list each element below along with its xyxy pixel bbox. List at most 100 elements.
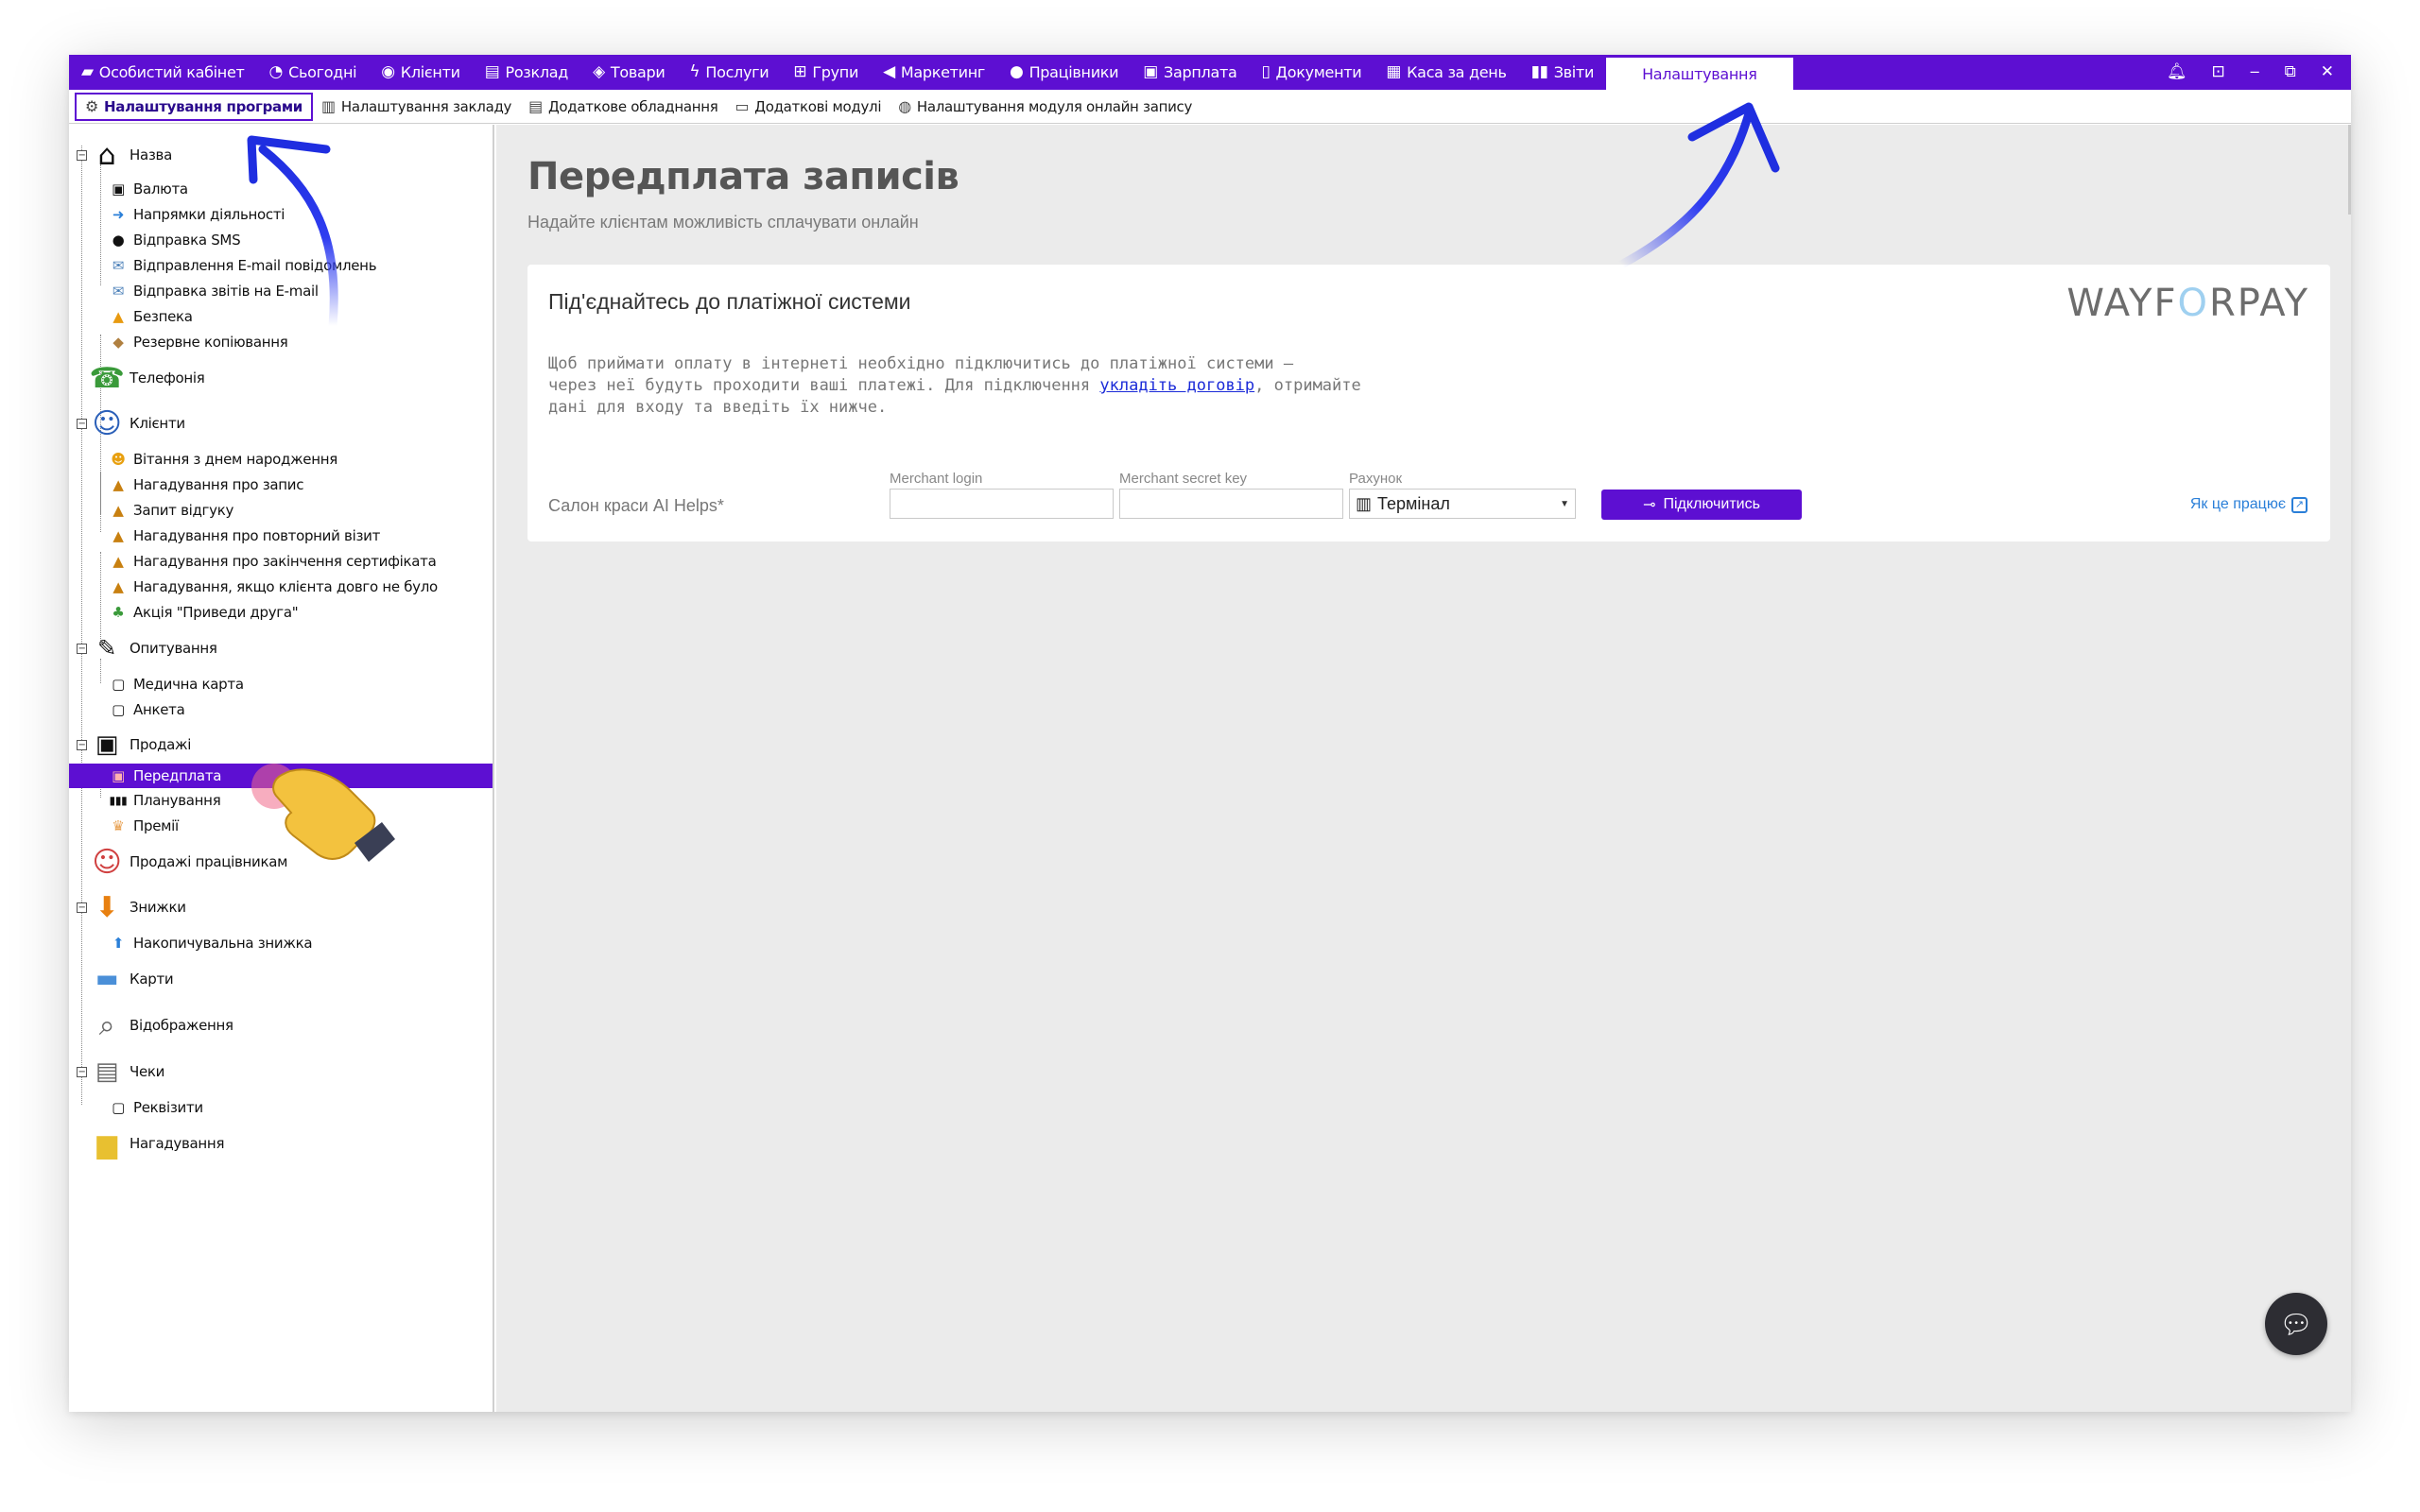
bar-chart-icon: ▮▮ (1530, 62, 1548, 81)
tree-item-sales[interactable]: − ▣ Продажі (77, 726, 191, 764)
bell-icon[interactable]: 🔔︎ (2167, 64, 2187, 80)
tree-item-currency[interactable]: ▣ Валюта (109, 180, 188, 198)
collapse-toggle[interactable]: − (77, 739, 87, 750)
tree-item-repeat-visit[interactable]: ▲ Нагадування про повторний візит (109, 526, 380, 545)
app-window: ▰ Особистий кабінет ◔ Сьогодні ◉ Клієнти ▤ Р… (69, 55, 2351, 1412)
tree-item-medical-card[interactable]: ▢ Медична карта (109, 675, 244, 694)
form-icon: ▢ (112, 1099, 125, 1116)
tree-item-requisites[interactable]: ▢ Реквізити (109, 1098, 203, 1117)
menu-item-salary[interactable]: ▣ Зарплата (1131, 55, 1249, 90)
tree-item-security[interactable]: ▲ Безпека (109, 307, 193, 326)
bell-icon: ▲ (112, 527, 124, 544)
tab-online-booking-settings[interactable]: ◍ Налаштування модуля онлайн запису (890, 93, 1201, 121)
page-subtitle: Надайте клієнтам можливість сплачувати о… (527, 213, 919, 232)
tree-item-activity-areas[interactable]: ➜ Напрямки діяльності (109, 205, 285, 224)
receipt-printer-icon: ▤ (95, 1057, 119, 1086)
top-menu-bar: ▰ Особистий кабінет ◔ Сьогодні ◉ Клієнти ▤ Р… (69, 55, 2351, 90)
menu-item-employees[interactable]: ● Працівники (997, 55, 1131, 90)
tree-item-email-reports[interactable]: ✉ Відправка звітів на E-mail (109, 282, 319, 301)
client-icon: ☺ (92, 406, 122, 440)
menu-item-today[interactable]: ◔ Сьогодні (257, 55, 370, 90)
tree-item-long-absence[interactable]: ▲ Нагадування, якщо клієнта довго не було (109, 577, 438, 596)
gear-icon: ⚙ (85, 97, 99, 115)
backup-icon: ◆ (112, 334, 124, 351)
menu-item-goods[interactable]: ◈ Товари (580, 55, 677, 90)
tree-item-surveys[interactable]: − ✎ Опитування (77, 629, 217, 667)
warning-icon: ▲ (112, 308, 124, 325)
globe-icon: ◍ (898, 97, 911, 115)
tree-item-booking-reminder[interactable]: ▲ Нагадування про запис (109, 475, 303, 494)
tree-item-prepayment[interactable]: ▣ Передплата (69, 764, 493, 788)
tab-extra-equipment[interactable]: ▤ Додаткове обладнання (520, 93, 726, 121)
arrow-up-icon: ⬆ (112, 935, 125, 952)
collapse-toggle[interactable]: − (77, 902, 87, 913)
card-title: Під'єднайтесь до платіжної системи (548, 289, 911, 314)
menu-item-marketing[interactable]: ◀ Маркетинг (871, 55, 997, 90)
menu-item-services[interactable]: ϟ Послуги (677, 55, 781, 90)
menu-item-schedule[interactable]: ▤ Розклад (473, 55, 580, 90)
clock-icon: ◔ (268, 62, 284, 81)
tree-item-employee-sales[interactable]: ☺ Продажі працівникам (88, 843, 288, 881)
bell-icon: ▲ (112, 476, 124, 493)
group-icon: ⊞ (793, 62, 807, 81)
cash-icon: ▣ (112, 180, 125, 198)
tree-item-discounts[interactable]: − ⬇ Знижки (77, 888, 186, 926)
menu-item-groups[interactable]: ⊞ Групи (781, 55, 871, 90)
megaphone-icon: ◀ (883, 62, 895, 81)
telephony-icon: ☎ (89, 361, 125, 395)
sign-contract-link[interactable]: укладіть договір (1099, 376, 1254, 395)
document-icon: ▯ (1261, 62, 1270, 81)
connect-button[interactable]: ⊸ Підключитись (1601, 490, 1802, 520)
tree-item-planning[interactable]: ▮▮▮ Планування (109, 791, 221, 810)
bell-icon: ▲ (112, 578, 124, 595)
tree-item-receipts[interactable]: − ▤ Чеки (77, 1053, 164, 1091)
card-description: Щоб приймати оплату в інтернеті необхідн… (548, 354, 1361, 417)
tree-item-refer-friend[interactable]: ♣ Акція "Приведи друга" (109, 603, 298, 622)
merchant-secret-input[interactable] (1119, 489, 1343, 519)
chat-button[interactable]: 💬︎ (2265, 1293, 2327, 1355)
collapse-toggle[interactable]: − (77, 149, 87, 161)
tree-item-certificate-expiry[interactable]: ▲ Нагадування про закінчення сертифіката (109, 552, 436, 571)
money-icon: ▣ (1143, 62, 1159, 81)
collapse-toggle[interactable]: − (77, 643, 87, 654)
restore-icon[interactable]: ⧉ (2285, 64, 2296, 80)
tree-item-reminders[interactable]: ▆ Нагадування (88, 1125, 224, 1162)
tree-item-name[interactable]: − ⌂ Назва (77, 136, 172, 174)
survey-icon: ✎ (97, 635, 116, 662)
tree-item-birthday[interactable]: ☻ Вітання з днем народження (109, 450, 337, 469)
menu-item-documents[interactable]: ▯ Документи (1249, 55, 1374, 90)
tree-item-telephony[interactable]: ☎ Телефонія (88, 359, 204, 397)
tree-item-backup[interactable]: ◆ Резервне копіювання (109, 333, 287, 352)
merchant-login-input[interactable] (890, 489, 1114, 519)
tree-item-cumulative-discount[interactable]: ⬆ Накопичувальна знижка (109, 934, 313, 953)
tree-item-feedback-request[interactable]: ▲ Запит відгуку (109, 501, 233, 520)
tree-item-display[interactable]: ⌕ Відображення (88, 1006, 233, 1044)
lock-icon[interactable]: ⊡ (2212, 64, 2225, 80)
menu-item-clients[interactable]: ◉ Клієнти (369, 55, 472, 90)
menu-item-cashbox[interactable]: ▦ Каса за день (1374, 55, 1518, 90)
wayforpay-logo: WAYFORPAY (2066, 282, 2309, 325)
menu-item-reports[interactable]: ▮▮ Звіти (1519, 55, 1606, 90)
tree-item-bonuses[interactable]: ♛ Премії (109, 816, 179, 835)
scrollbar[interactable] (2348, 125, 2351, 215)
tree-item-sms[interactable]: ● Відправка SMS (109, 231, 241, 249)
tree-item-questionnaire[interactable]: ▢ Анкета (109, 700, 185, 719)
tab-extra-modules[interactable]: ▭ Додаткові модулі (726, 93, 890, 121)
magnifier-icon: ⌕ (98, 1008, 115, 1042)
speech-bubble-icon: ● (112, 232, 125, 249)
menu-item-settings[interactable]: Налаштування (1606, 55, 1793, 90)
menu-item-cabinet[interactable]: ▰ Особистий кабінет (69, 55, 257, 90)
collapse-toggle[interactable]: − (77, 1066, 87, 1077)
account-select[interactable]: ▥ Термінал ▼ (1349, 489, 1576, 519)
note-icon: ▆ (96, 1127, 117, 1160)
tab-venue-settings[interactable]: ▥ Налаштування закладу (313, 93, 520, 121)
minimize-icon[interactable]: ‒ (2250, 64, 2260, 80)
tree-item-email-notifications[interactable]: ✉ Відправлення E-mail повідомлень (109, 256, 377, 275)
collapse-toggle[interactable]: − (77, 418, 87, 429)
how-it-works-link[interactable]: Як це працює ↗ (2190, 496, 2308, 513)
cube-icon: ◈ (593, 62, 605, 81)
tab-program-settings[interactable]: ⚙ Налаштування програми (75, 92, 314, 121)
tree-item-cards[interactable]: ▬ Карти (88, 960, 174, 998)
close-icon[interactable]: ✕ (2321, 64, 2334, 80)
tree-item-clients[interactable]: − ☺ Клієнти (77, 404, 185, 442)
